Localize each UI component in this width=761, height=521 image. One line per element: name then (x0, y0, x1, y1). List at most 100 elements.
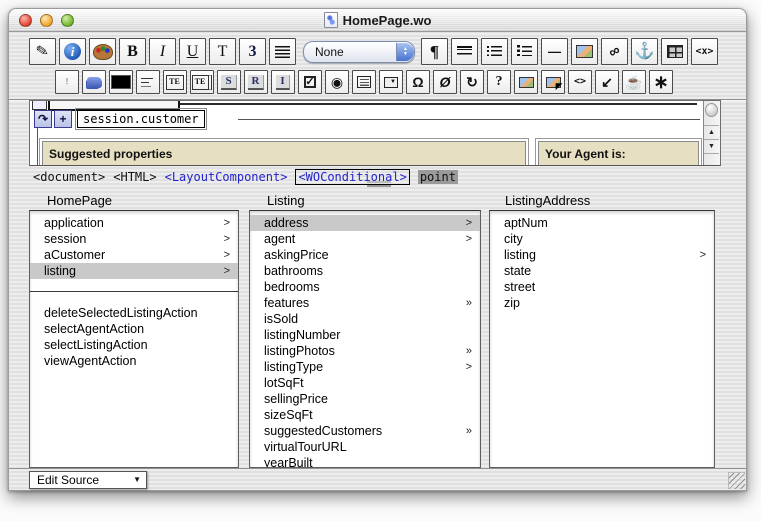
list-item[interactable]: application> (30, 215, 238, 231)
list-item[interactable]: selectListingAction (30, 337, 238, 353)
list-item[interactable]: agent> (250, 231, 480, 247)
text-area-button[interactable]: TE (190, 70, 214, 94)
warning-button[interactable]: ! (55, 70, 79, 94)
editor-scrollbar[interactable]: ▲ ▼ (703, 101, 720, 165)
path-crumb[interactable]: point (418, 170, 458, 184)
close-button[interactable] (19, 14, 32, 27)
hrule-button[interactable]: — (541, 38, 568, 65)
list-item[interactable] (30, 279, 238, 305)
numbered-list-button[interactable] (511, 38, 538, 65)
input-button[interactable]: I (271, 70, 295, 94)
bold-button[interactable]: B (119, 38, 146, 65)
submit-button[interactable]: S (217, 70, 241, 94)
format-lines-button[interactable] (451, 38, 478, 65)
minimize-button[interactable] (40, 14, 53, 27)
refresh-button[interactable]: ↻ (460, 70, 484, 94)
image-small-button[interactable] (514, 70, 538, 94)
list-item[interactable]: isSold (250, 311, 480, 327)
path-crumb[interactable]: <LayoutComponent> (165, 170, 288, 184)
radio-button[interactable]: ◉ (325, 70, 349, 94)
pilcrow-button[interactable]: ¶ (421, 38, 448, 65)
path-crumb[interactable]: <WOConditional> (295, 169, 409, 185)
scroll-up-icon[interactable]: ▲ (704, 125, 719, 139)
help-button[interactable]: ? (487, 70, 511, 94)
list-item[interactable]: listing> (30, 263, 238, 279)
palette-button[interactable] (89, 38, 116, 65)
heading3-button[interactable]: 3 (239, 38, 266, 65)
paragraph-style-popup[interactable]: None ▲▼ (303, 41, 415, 63)
editor-canvas[interactable]: ↷ + session.customer Suggested propertie… (30, 101, 703, 165)
component-button[interactable]: ↙ (595, 70, 619, 94)
item-label: street (504, 279, 535, 295)
info-button[interactable]: i (59, 38, 86, 65)
list-item[interactable]: state (490, 263, 714, 279)
wo-element-button[interactable] (82, 70, 106, 94)
asterisk-button[interactable]: ∗ (649, 70, 673, 94)
resize-grip[interactable] (728, 472, 745, 489)
title-bar[interactable]: HomePage.wo (9, 9, 746, 32)
reset-button[interactable]: R (244, 70, 268, 94)
splitter-grip[interactable] (367, 181, 391, 187)
checkbox-button[interactable]: ✓ (298, 70, 322, 94)
tag-button[interactable]: <> (568, 70, 592, 94)
text-button[interactable]: T (209, 38, 236, 65)
list-item[interactable]: city (490, 231, 714, 247)
list-item[interactable]: sizeSqFt (250, 407, 480, 423)
list-item[interactable]: virtualTourURL (250, 439, 480, 455)
list-item[interactable]: listingType> (250, 359, 480, 375)
list-item[interactable]: suggestedCustomers» (250, 423, 480, 439)
list-item[interactable]: aCustomer> (30, 247, 238, 263)
table-cell-your-agent[interactable]: Your Agent is: (538, 141, 699, 165)
path-crumb[interactable]: <document> (33, 170, 105, 184)
list-item[interactable]: selectAgentAction (30, 321, 238, 337)
italic-button[interactable]: I (149, 38, 176, 65)
list-item[interactable]: viewAgentAction (30, 353, 238, 369)
list-item[interactable]: session> (30, 231, 238, 247)
form-button[interactable] (136, 70, 160, 94)
chevron-right-icon: > (466, 215, 471, 231)
list-item[interactable]: deleteSelectedListingAction (30, 305, 238, 321)
list-item[interactable]: listing> (490, 247, 714, 263)
path-crumb[interactable]: <HTML> (113, 170, 156, 184)
link-button[interactable]: ∞ (601, 38, 628, 65)
hyperlink-button[interactable]: Ø (433, 70, 457, 94)
list-item[interactable]: bedrooms (250, 279, 480, 295)
popup-button[interactable]: ▼ (379, 70, 403, 94)
conditional-arrow-icon[interactable]: ↷ (34, 110, 52, 128)
list-item[interactable]: zip (490, 295, 714, 311)
table-button[interactable] (661, 38, 688, 65)
list-button[interactable] (352, 70, 376, 94)
list-item[interactable]: askingPrice (250, 247, 480, 263)
scrollbar-thumb[interactable] (705, 103, 718, 117)
text-field-button[interactable]: TE (163, 70, 187, 94)
list-item[interactable]: bathrooms (250, 263, 480, 279)
list-item[interactable]: listingNumber (250, 327, 480, 343)
table-cell-suggested-properties[interactable]: Suggested properties (42, 141, 526, 165)
list-item[interactable]: yearBuilt (250, 455, 480, 468)
browser-button[interactable]: Ω (406, 70, 430, 94)
conditional-add-icon[interactable]: + (54, 110, 72, 128)
scroll-down-icon[interactable]: ▼ (704, 139, 719, 154)
java-button[interactable]: ☕ (622, 70, 646, 94)
underline-button[interactable]: U (179, 38, 206, 65)
image-button[interactable] (571, 38, 598, 65)
zoom-button[interactable] (61, 14, 74, 27)
swatch-button[interactable] (109, 70, 133, 94)
tag-icon: <> (574, 77, 586, 87)
bullet-list-button[interactable] (481, 38, 508, 65)
validate-button[interactable]: ✎ (29, 38, 56, 65)
list-item[interactable]: aptNum (490, 215, 714, 231)
chevron-right-icon: > (224, 215, 229, 231)
list-item[interactable]: features» (250, 295, 480, 311)
anchor-button[interactable]: ⚓ (631, 38, 658, 65)
justify-button[interactable] (269, 38, 296, 65)
list-item[interactable]: street (490, 279, 714, 295)
markup-button[interactable]: <x> (691, 38, 718, 65)
edit-source-popup[interactable]: Edit Source ▼ (29, 471, 147, 489)
conditional-binding-label[interactable]: session.customer (77, 110, 205, 128)
list-item[interactable]: listingPhotos» (250, 343, 480, 359)
active-image-button[interactable] (541, 70, 565, 94)
list-item[interactable]: lotSqFt (250, 375, 480, 391)
list-item[interactable]: sellingPrice (250, 391, 480, 407)
list-item[interactable]: address> (250, 215, 480, 231)
